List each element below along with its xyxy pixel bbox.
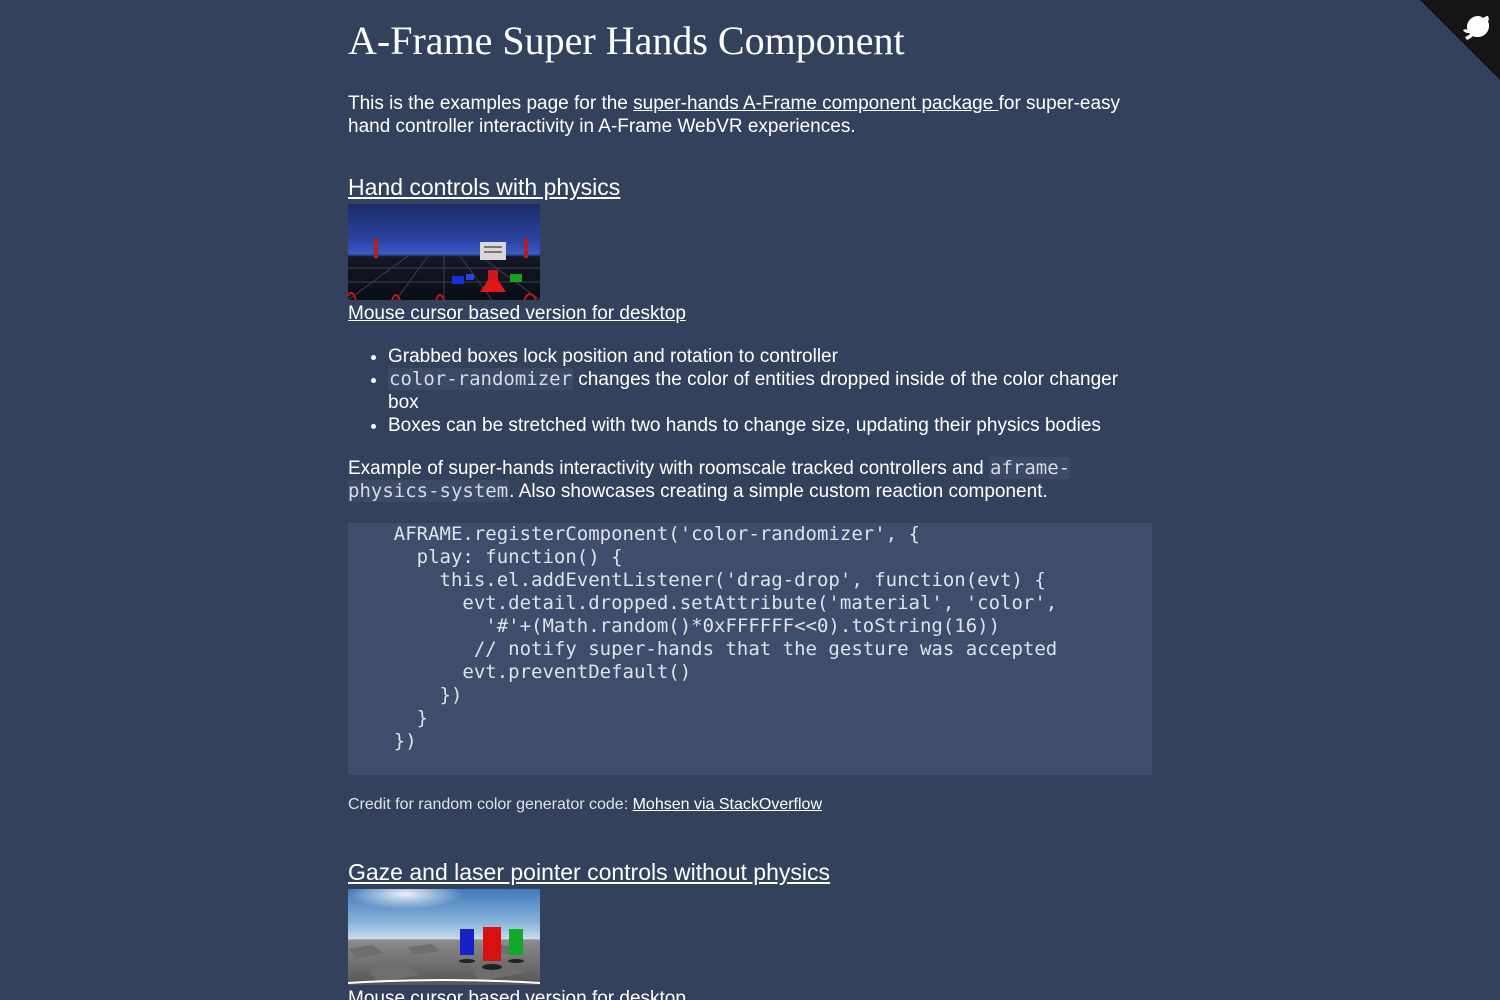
code-block: AFRAME.registerComponent('color-randomiz… [348,523,1152,775]
gaze-laser-controls-link[interactable]: Gaze and laser pointer controls without … [348,859,830,885]
page: A-Frame Super Hands Component This is th… [0,0,1500,1000]
example-paragraph: Example of super-hands interactivity wit… [348,457,1152,503]
section-heading-gaze: Gaze and laser pointer controls without … [348,857,1152,887]
page-title: A-Frame Super Hands Component [348,18,905,63]
github-octocat-icon [1420,0,1500,80]
feature-list: Grabbed boxes lock position and rotation… [348,345,1152,437]
gaze-demo-thumbnail[interactable] [348,889,540,985]
list-item: color-randomizer changes the color of en… [388,368,1152,414]
github-corner-link[interactable] [1420,0,1500,80]
package-link[interactable]: super-hands A-Frame component package [633,93,998,114]
list-item: Grabbed boxes lock position and rotation… [388,345,1152,368]
section-heading-physics: Hand controls with physics [348,172,1152,202]
credit-line: Credit for random color generator code: … [348,795,1152,815]
example-text-before: Example of super-hands interactivity wit… [348,458,990,479]
physics-demo-thumbnail[interactable] [348,204,540,300]
inline-code-color-randomizer: color-randomizer [388,368,574,390]
main-content: A-Frame Super Hands Component This is th… [348,0,1152,1000]
hand-controls-physics-link[interactable]: Hand controls with physics [348,174,620,200]
desktop-version-link-gaze[interactable]: Mouse cursor based version for desktop [348,987,1152,1000]
stackoverflow-credit-link[interactable]: Mohsen via StackOverflow [633,796,822,813]
intro-text-before: This is the examples page for the [348,93,634,114]
list-item: Boxes can be stretched with two hands to… [388,414,1152,437]
desktop-version-link-physics[interactable]: Mouse cursor based version for desktop [348,302,1152,325]
credit-label: Credit for random color generator code: [348,796,633,813]
intro-paragraph: This is the examples page for the super-… [348,92,1152,138]
example-text-after: . Also showcases creating a simple custo… [509,481,1048,502]
